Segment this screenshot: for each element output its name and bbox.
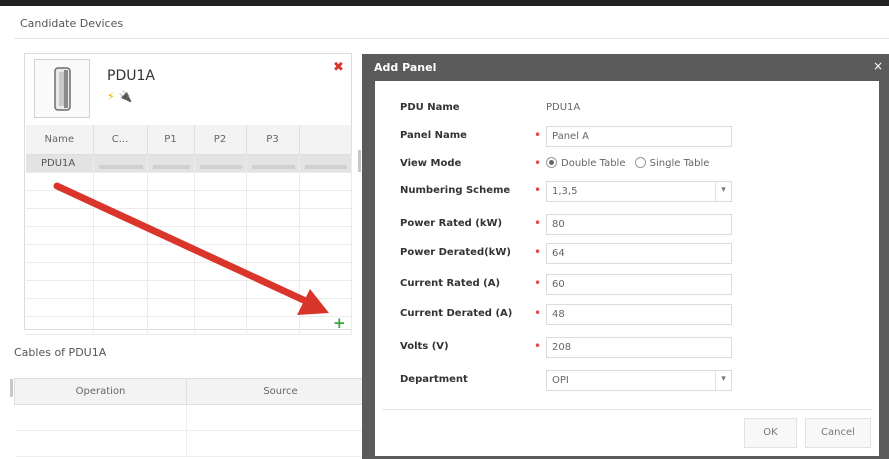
annotation-arrow	[53, 182, 329, 315]
annotation-arrow-shaft	[53, 182, 314, 307]
